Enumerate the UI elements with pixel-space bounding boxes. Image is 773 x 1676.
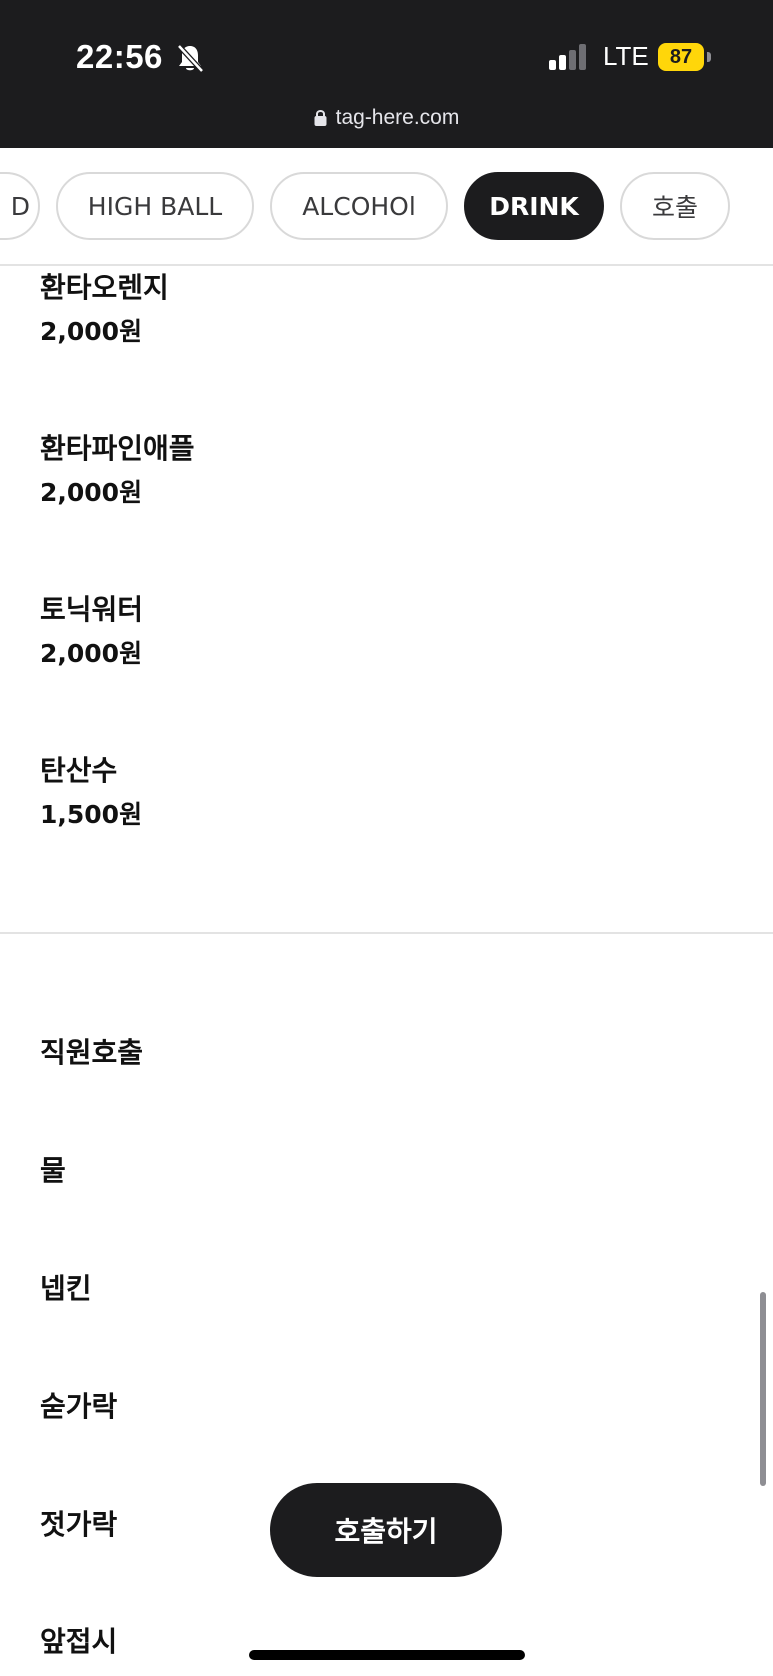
menu-item-price: 1,500원 bbox=[40, 800, 143, 829]
address-bar[interactable]: tag-here.com bbox=[0, 106, 773, 130]
call-item-plate[interactable]: 앞접시 bbox=[40, 1622, 117, 1662]
network-type: LTE bbox=[603, 41, 649, 71]
call-item-spoon[interactable]: 숟가락 bbox=[40, 1387, 117, 1427]
menu-item[interactable]: 토닉워터 2,000원 bbox=[40, 590, 143, 672]
call-button[interactable]: 호출하기 bbox=[270, 1483, 502, 1577]
call-item-staff[interactable]: 직원호출 bbox=[40, 1033, 143, 1073]
call-item-chopsticks[interactable]: 젓가락 bbox=[40, 1505, 117, 1545]
tab-label: D bbox=[10, 191, 30, 221]
tab-d[interactable]: D bbox=[0, 172, 40, 240]
tab-label: ALCOHOl bbox=[302, 191, 416, 221]
url-text: tag-here.com bbox=[335, 106, 460, 129]
bell-muted-icon bbox=[177, 44, 204, 73]
tab-drink[interactable]: DRINK bbox=[464, 172, 604, 240]
lock-icon bbox=[314, 110, 327, 126]
menu-item-name: 환타오렌지 bbox=[40, 271, 169, 304]
menu-item-price: 2,000원 bbox=[40, 478, 143, 507]
menu-item-price: 2,000원 bbox=[40, 317, 143, 346]
menu-item[interactable]: 환타오렌지 2,000원 bbox=[40, 268, 169, 350]
menu-item[interactable]: 탄산수 1,500원 bbox=[40, 751, 142, 833]
call-item-napkin[interactable]: 넵킨 bbox=[40, 1269, 92, 1309]
menu-item-price: 2,000원 bbox=[40, 639, 143, 668]
battery-icon: 87 bbox=[658, 43, 712, 71]
tab-label: 호출 bbox=[651, 193, 698, 222]
tab-high-ball[interactable]: HIGH BALL bbox=[56, 172, 254, 240]
battery-level: 87 bbox=[658, 43, 704, 71]
tab-label: DRINK bbox=[489, 191, 579, 221]
tab-alcohol[interactable]: ALCOHOl bbox=[270, 172, 448, 240]
home-indicator[interactable] bbox=[249, 1650, 525, 1660]
call-item-water[interactable]: 물 bbox=[40, 1151, 66, 1191]
section-divider bbox=[0, 932, 773, 934]
menu-item-name: 탄산수 bbox=[40, 754, 118, 787]
category-tab-bar: D HIGH BALL ALCOHOl DRINK 호출 bbox=[0, 148, 773, 266]
scrollbar[interactable] bbox=[760, 1292, 766, 1486]
menu-item-name: 환타파인애플 bbox=[40, 432, 195, 465]
tab-call[interactable]: 호출 bbox=[620, 172, 730, 240]
cellular-signal-icon bbox=[549, 44, 586, 70]
status-bar: 22:56 LTE 87 tag-here.com bbox=[0, 0, 773, 148]
menu-item-name: 토닉워터 bbox=[40, 593, 144, 626]
tab-label: HIGH BALL bbox=[87, 191, 223, 221]
status-time: 22:56 bbox=[76, 38, 163, 75]
menu-item[interactable]: 환타파인애플 2,000원 bbox=[40, 429, 195, 511]
